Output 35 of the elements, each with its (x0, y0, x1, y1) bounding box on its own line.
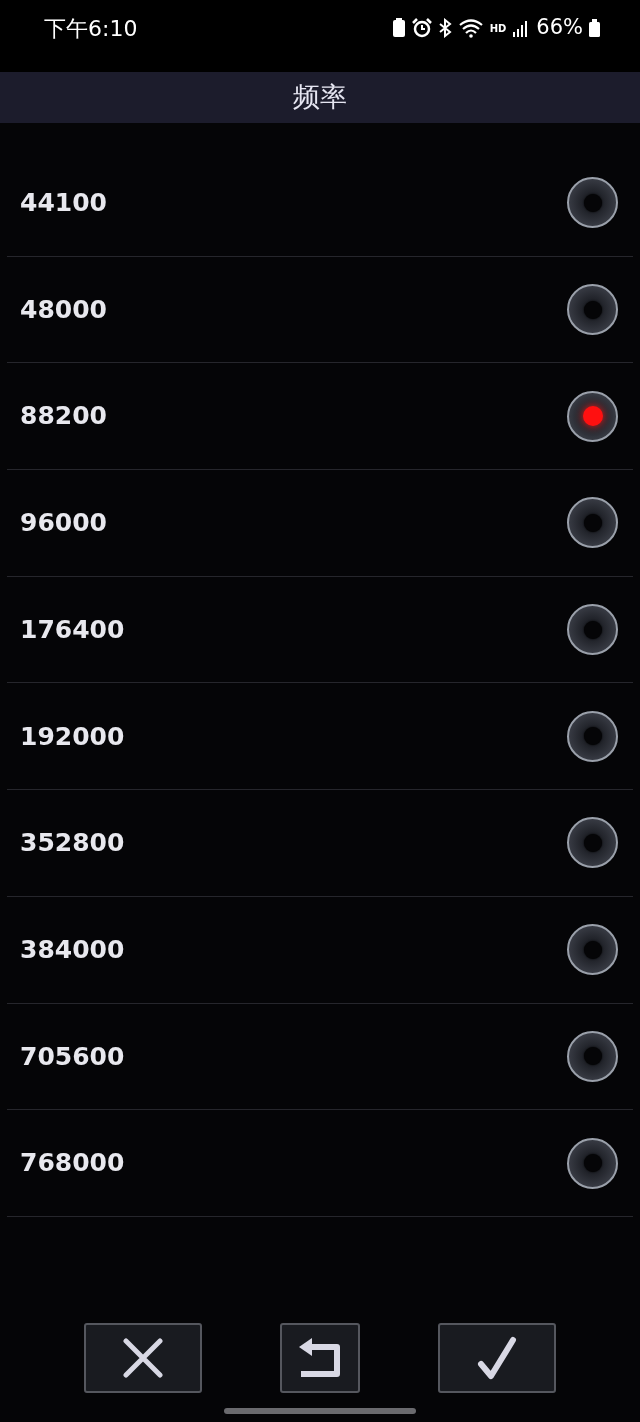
radio-button[interactable] (567, 1137, 618, 1189)
frequency-label: 384000 (20, 933, 125, 966)
radio-button[interactable] (567, 497, 618, 549)
radio-selected[interactable] (567, 390, 618, 442)
battery-icon (589, 19, 600, 37)
radio-button[interactable] (567, 817, 618, 869)
frequency-label: 44100 (20, 187, 107, 220)
frequency-label: 192000 (20, 720, 125, 753)
frequency-label: 352800 (20, 827, 125, 860)
frequency-label: 88200 (20, 400, 107, 433)
confirm-button[interactable] (438, 1323, 556, 1393)
battery-saver-icon (391, 18, 406, 38)
frequency-label: 705600 (20, 1040, 125, 1073)
radio-button[interactable] (567, 284, 618, 336)
battery-percent: 66% (536, 14, 583, 42)
dialog-title: 频率 (293, 80, 347, 115)
status-time: 下午6:10 (44, 14, 138, 43)
radio-button[interactable] (567, 604, 618, 656)
bluetooth-icon (437, 18, 452, 38)
wifi-icon (457, 18, 484, 38)
frequency-label: 176400 (20, 613, 125, 646)
radio-button[interactable] (567, 710, 618, 762)
return-arrow-icon (297, 1338, 343, 1378)
alarm-icon (411, 18, 432, 38)
frequency-label: 96000 (20, 507, 107, 540)
radio-button[interactable] (567, 1030, 618, 1082)
check-icon (477, 1336, 517, 1380)
reset-button[interactable] (280, 1323, 360, 1393)
frequency-label: 48000 (20, 293, 107, 326)
network-label: HD (489, 21, 507, 36)
close-icon (123, 1338, 163, 1378)
radio-button[interactable] (567, 177, 618, 229)
frequency-label: 768000 (20, 1147, 125, 1180)
radio-button[interactable] (567, 924, 618, 976)
cancel-button[interactable] (84, 1323, 202, 1393)
